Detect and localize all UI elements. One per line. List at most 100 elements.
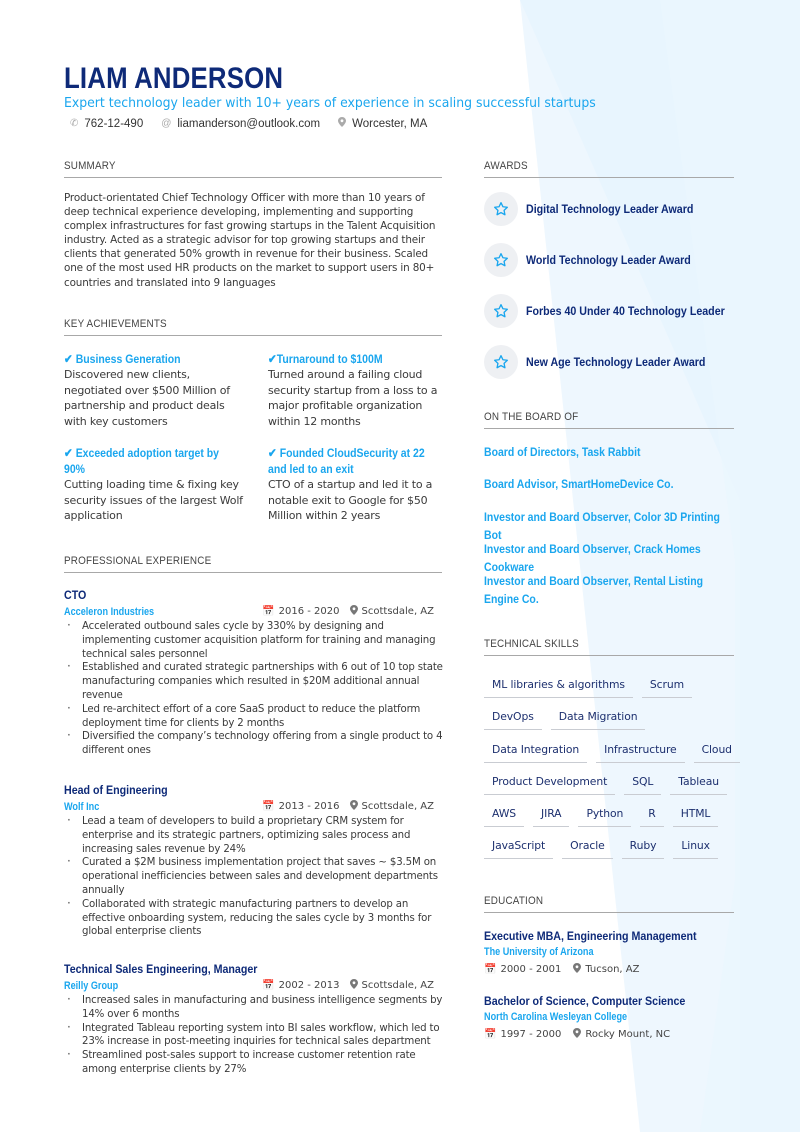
job-title: Head of Engineering (64, 783, 168, 797)
board-item: Investor and Board Observer, Crack Homes… (484, 542, 701, 574)
job-bullets: Accelerated outbound sales cycle by 330%… (64, 619, 444, 758)
award-item: New Age Technology Leader Award (484, 345, 735, 379)
contact-info: ✆ 762-12-490 @ liamanderson@outlook.com … (70, 117, 445, 130)
education-meta: 📅 1997 - 2000 Rocky Mount, NC (484, 1028, 744, 1041)
skill-tag: Tableau (670, 771, 727, 795)
at-icon: @ (161, 118, 172, 129)
candidate-tagline: Expert technology leader with 10+ years … (64, 96, 596, 111)
education-degree: Executive MBA, Engineering Management (484, 929, 697, 943)
job-bullet: Curated a $2M business implementation pr… (64, 855, 444, 897)
skill-tag: DevOps (484, 706, 542, 731)
skill-tag: Python (578, 803, 632, 828)
achievement-item: ✔ Exceeded adoption target by 90% Cuttin… (64, 445, 249, 524)
skill-tag: ML libraries & algorithms (484, 674, 633, 698)
job-bullet: Established and curated strategic partne… (64, 660, 444, 702)
achievement-desc: Turned around a failing cloud security s… (268, 368, 438, 428)
skill-tag: Cloud (693, 739, 740, 763)
skill-tag: Ruby (621, 835, 665, 860)
map-pin-icon (338, 117, 347, 130)
skill-tag: Infrastructure (596, 739, 685, 763)
star-icon (494, 355, 508, 369)
award-item: World Technology Leader Award (484, 243, 718, 277)
education-dates: 2000 - 2001 (500, 964, 562, 975)
achievement-item: ✔ Founded CloudSecurity at 22 and led to… (268, 445, 438, 524)
achievements-heading: KEY ACHIEVEMENTS (64, 318, 442, 336)
job-location: Scottsdale, AZ (361, 801, 434, 812)
job-entry: Head of Engineering Wolf Inc 📅 2013 - 20… (64, 782, 444, 939)
skill-tag: AWS (484, 803, 525, 828)
award-badge (484, 345, 518, 379)
job-bullet: Lead a team of developers to build a pro… (64, 814, 444, 856)
calendar-icon: 📅 (484, 964, 497, 975)
board-item: Investor and Board Observer, Rental List… (484, 574, 704, 606)
skills-heading: TECHNICAL SKILLS (484, 638, 734, 656)
skill-tag: Oracle (562, 835, 613, 860)
achievement-item: ✔ Business Generation Discovered new cli… (64, 351, 244, 429)
education-dates: 1997 - 2000 (500, 1029, 562, 1040)
achievement-desc: Discovered new clients, negotiated over … (64, 368, 230, 428)
achievement-title: ✔Turnaround to $100M (268, 352, 383, 366)
achievement-title: ✔ Exceeded adoption target by 90% (64, 446, 219, 476)
job-title: Technical Sales Engineering, Manager (64, 962, 258, 976)
education-heading: EDUCATION (484, 895, 734, 913)
job-title: CTO (64, 588, 87, 602)
achievement-item: ✔Turnaround to $100M Turned around a fai… (268, 351, 438, 429)
job-company: Reilly Group (64, 979, 119, 992)
star-icon (494, 253, 508, 267)
skill-tag: JIRA (533, 803, 570, 828)
skill-tag: Scrum (641, 674, 692, 698)
education-degree: Bachelor of Science, Computer Science (484, 994, 686, 1008)
education-entry: Bachelor of Science, Computer Science No… (484, 993, 744, 1041)
contact-location: Worcester, MA (338, 117, 427, 130)
achievement-title: ✔ Founded CloudSecurity at 22 and led to… (268, 446, 425, 476)
job-dates: 2013 - 2016 (278, 801, 340, 812)
award-title: World Technology Leader Award (526, 253, 691, 267)
achievement-title: ✔ Business Generation (64, 352, 181, 366)
award-title: Forbes 40 Under 40 Technology Leader (526, 304, 725, 318)
star-icon (494, 304, 508, 318)
award-badge (484, 294, 518, 328)
contact-phone: ✆ 762-12-490 (70, 118, 143, 130)
job-dates: 2002 - 2013 (278, 980, 340, 991)
board-item: Board Advisor, SmartHomeDevice Co. (484, 477, 674, 491)
map-pin-icon (349, 605, 358, 618)
map-pin-icon (573, 963, 582, 976)
award-item: Digital Technology Leader Award (484, 192, 721, 226)
candidate-name: LIAM ANDERSON (64, 62, 284, 95)
skill-tag: R (640, 803, 664, 828)
job-meta: 📅 2016 - 2020 Scottsdale, AZ (262, 605, 444, 618)
job-bullet: Collaborated with strategic manufacturin… (64, 897, 444, 939)
experience-heading: PROFESSIONAL EXPERIENCE (64, 555, 442, 573)
education-entry: Executive MBA, Engineering Management Th… (484, 928, 744, 976)
email-text[interactable]: liamanderson@outlook.com (177, 118, 320, 130)
phone-text: 762-12-490 (84, 117, 144, 130)
contact-email[interactable]: @ liamanderson@outlook.com (161, 118, 320, 130)
education-school: North Carolina Wesleyan College (484, 1011, 628, 1023)
education-location: Tucson, AZ (585, 964, 640, 975)
skill-tag: Data Migration (550, 706, 646, 731)
job-location: Scottsdale, AZ (361, 980, 434, 991)
calendar-icon: 📅 (484, 1029, 497, 1040)
board-item: Investor and Board Observer, Color 3D Pr… (484, 510, 720, 542)
location-text: Worcester, MA (352, 117, 428, 130)
board-item: Board of Directors, Task Rabbit (484, 445, 641, 459)
job-entry: CTO Acceleron Industries 📅 2016 - 2020 S… (64, 587, 444, 758)
skills-list: ML libraries & algorithms Scrum DevOps D… (484, 674, 754, 868)
job-bullets: Increased sales in manufacturing and bus… (64, 993, 444, 1077)
job-meta: 📅 2013 - 2016 Scottsdale, AZ (262, 800, 444, 813)
summary-heading: SUMMARY (64, 160, 442, 178)
job-company: Wolf Inc (64, 800, 100, 813)
summary-text: Product-orientated Chief Technology Offi… (64, 192, 436, 289)
job-bullet: Diversified the company’s technology off… (64, 729, 444, 758)
job-company: Acceleron Industries (64, 605, 155, 618)
star-icon (494, 202, 508, 216)
achievement-desc: Cutting loading time & fixing key securi… (64, 478, 243, 522)
job-bullet: Integrated Tableau reporting system into… (64, 1021, 444, 1050)
job-bullet: Increased sales in manufacturing and bus… (64, 993, 444, 1022)
job-bullets: Lead a team of developers to build a pro… (64, 814, 444, 939)
board-heading: ON THE BOARD OF (484, 411, 734, 429)
award-title: Digital Technology Leader Award (526, 202, 694, 216)
award-badge (484, 192, 518, 226)
job-location: Scottsdale, AZ (361, 606, 434, 617)
job-entry: Technical Sales Engineering, Manager Rei… (64, 961, 444, 1077)
